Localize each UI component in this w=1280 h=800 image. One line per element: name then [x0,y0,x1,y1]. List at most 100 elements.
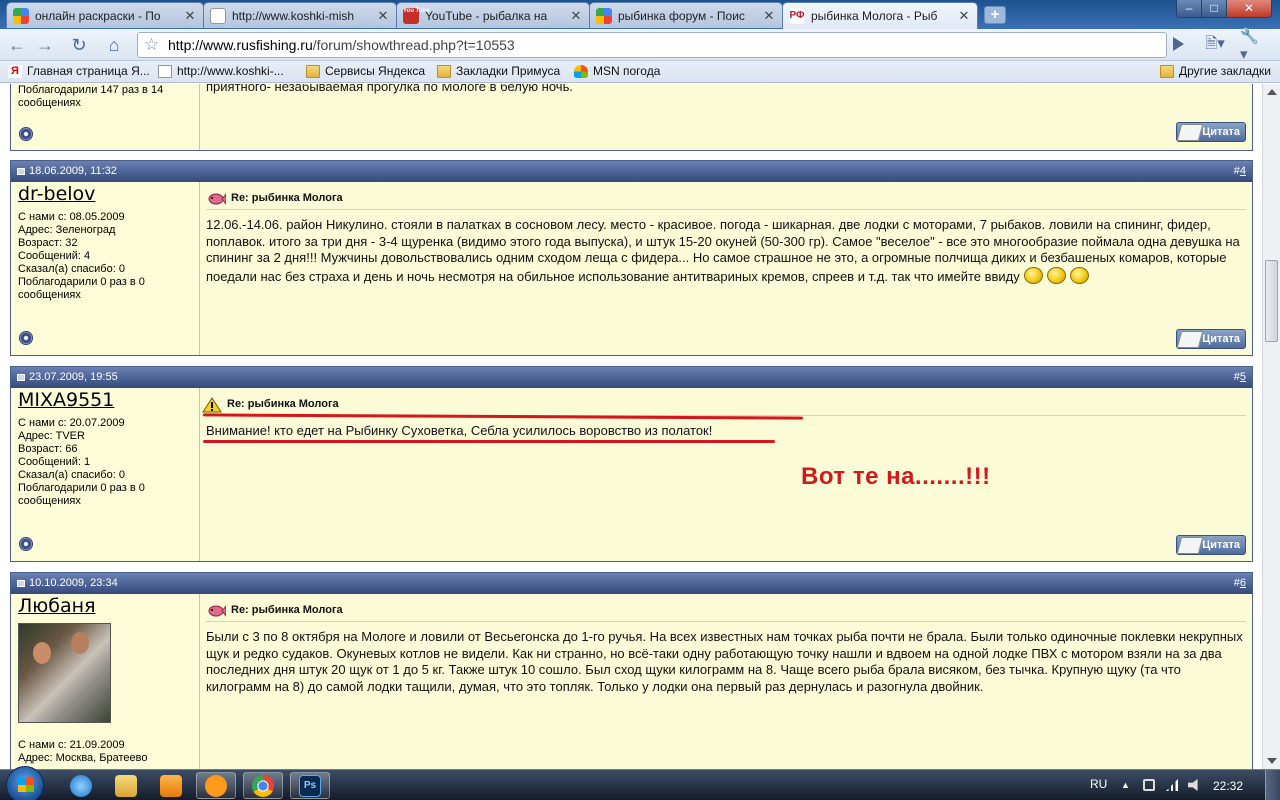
bookmarks-bar: Я Главная страница Я... http://www.koshk… [0,61,1280,83]
close-tab-icon[interactable]: ✕ [376,8,390,24]
post-icon [17,580,25,587]
clock[interactable]: 22:32 [1213,779,1243,793]
fish-icon [208,192,226,205]
user-address: Адрес: TVER [18,430,85,442]
language-indicator[interactable]: RU [1090,777,1107,791]
bookmark-label: Сервисы Яндекса [325,64,426,78]
cool-smiley-icon [1069,266,1089,284]
quote-button[interactable]: Цитата [1176,535,1246,555]
quote-button[interactable]: Цитата [1176,122,1246,142]
internet-explorer-icon [70,774,92,797]
taskbar-chrome[interactable] [243,772,283,799]
forum-thread: Поблагодарили 147 раз в 14 сообщениях пр… [0,84,1262,769]
taskbar-media-player[interactable] [151,772,191,799]
navigation-bar: ← → ↻ ⌂ ☆ http://www.rusfishing.ru/forum… [0,28,1280,63]
show-desktop-button[interactable] [1265,770,1280,800]
online-status-icon [19,127,33,141]
bookmark-yandex[interactable]: Я Главная страница Я... [8,64,150,78]
quote-icon [1176,124,1204,141]
post-body: Re: рыбинка Молога Были с 3 по 8 октября… [200,594,1252,769]
user-address: Адрес: Москва, Братеево [18,752,148,764]
online-status-icon [19,537,33,551]
folder-icon [1160,64,1174,78]
fish-icon [208,604,226,617]
volume-icon[interactable] [1188,779,1198,791]
post-date: 10.10.2009, 23:34 [29,577,118,589]
taskbar-explorer[interactable] [106,772,146,799]
bookmark-label: http://www.koshki-... [177,64,284,78]
tab-title: рыбинка форум - Поис [618,8,745,23]
post-body: Re: рыбинка Молога 12.06.-14.06. район Н… [200,182,1252,355]
reload-icon[interactable]: ↻ [66,33,92,57]
post-header: 10.10.2009, 23:34 #6 [11,573,1252,594]
home-icon[interactable]: ⌂ [101,33,127,57]
user-thanks-received: Поблагодарили 0 раз в 0 сообщениях [18,276,145,301]
bookmark-koshki[interactable]: http://www.koshki-... [158,64,284,78]
google-icon [596,7,612,24]
post-header: 23.07.2009, 19:55 #5 [11,367,1252,388]
scrollbar-thumb[interactable] [1265,260,1278,342]
google-icon [13,7,29,24]
warning-icon [202,396,222,412]
start-button[interactable] [6,766,44,800]
address-bar[interactable]: ☆ http://www.rusfishing.ru/forum/showthr… [137,32,1167,58]
bookmark-star-icon[interactable]: ☆ [144,33,159,57]
tab-title: YouTube - рыбалка на [425,8,548,23]
user-avatar[interactable] [18,623,111,723]
taskbar-mail-agent[interactable] [196,772,236,799]
bookmark-msn-weather[interactable]: MSN погода [574,64,660,78]
tab-coloring[interactable]: онлайн раскраски - По ✕ [6,2,204,28]
user-thanks-given: Сказал(а) спасибо: 0 [18,263,125,275]
scroll-down-arrow-icon[interactable] [1267,758,1277,764]
user-posts: Сообщений: 4 [18,250,91,262]
go-arrow-icon[interactable] [1173,37,1184,51]
post-number-link[interactable]: #4 [1234,161,1246,182]
minimize-button[interactable]: – [1176,0,1202,18]
close-tab-icon[interactable]: ✕ [569,8,583,24]
post-text: приятного- незабываемая прогулка по Моло… [206,84,573,94]
forum-post: 23.07.2009, 19:55 #5 MIXA9551 С нами с: … [10,366,1253,562]
post-number-link[interactable]: #6 [1234,573,1246,594]
taskbar-photoshop[interactable]: Ps [290,772,330,799]
wrench-menu-icon[interactable]: 🔧▾ [1240,28,1266,63]
rusfishing-icon: РФ [789,8,805,24]
bookmark-folder-primus[interactable]: Закладки Примуса [437,64,560,78]
post-number-link[interactable]: #5 [1234,367,1246,388]
username-link[interactable]: Любаня [18,597,192,616]
bookmark-label: Другие закладки [1179,64,1271,78]
scroll-up-arrow-icon[interactable] [1267,89,1277,95]
youtube-icon: You Tube [403,7,429,24]
quote-button[interactable]: Цитата [1176,329,1246,349]
other-bookmarks-folder[interactable]: Другие закладки [1160,64,1271,78]
close-tab-icon[interactable]: ✕ [762,8,776,24]
taskbar-internet-explorer[interactable] [61,772,101,799]
tab-koshki[interactable]: http://www.koshki-mish ✕ [203,2,397,28]
smiley-icon [1046,266,1066,284]
username-link[interactable]: MIXA9551 [18,391,192,410]
close-window-button[interactable]: ✕ [1226,0,1272,18]
forum-post: 10.10.2009, 23:34 #6 Любаня С нами с: 21… [10,572,1253,769]
post-body: приятного- незабываемая прогулка по Моло… [200,84,1252,150]
user-posts: Сообщений: 1 [18,456,91,468]
post-header: 18.06.2009, 11:32 #4 [11,161,1252,182]
bookmark-folder-yandex-services[interactable]: Сервисы Яндекса [306,64,425,78]
red-handwritten-annotation: Вот те на.......!!! [801,463,991,490]
close-tab-icon[interactable]: ✕ [957,8,971,24]
network-signal-icon[interactable] [1166,779,1178,791]
vertical-scrollbar[interactable] [1262,84,1280,769]
post-text: Были с 3 по 8 октября на Мологе и ловили… [206,629,1243,694]
user-info: Любаня С нами с: 21.09.2009 Адрес: Москв… [11,594,200,769]
tab-forum-search[interactable]: рыбинка форум - Поис ✕ [589,2,783,28]
forward-arrow-icon[interactable]: → [32,33,58,57]
back-arrow-icon[interactable]: ← [4,33,30,57]
tab-youtube[interactable]: You Tube YouTube - рыбалка на ✕ [396,2,590,28]
smiley-icon [1023,266,1043,284]
maximize-button[interactable]: □ [1201,0,1227,18]
close-tab-icon[interactable]: ✕ [183,8,197,24]
tab-rybinka-mologa[interactable]: РФ рыбинка Молога - Рыб ✕ [782,2,978,29]
username-link[interactable]: dr-belov [18,185,192,204]
page-menu-icon[interactable]: 🗎▾ [1202,33,1228,57]
show-hidden-icons-icon[interactable]: ▲ [1121,779,1133,791]
action-center-icon[interactable] [1143,779,1155,791]
new-tab-button[interactable]: + [984,6,1006,24]
